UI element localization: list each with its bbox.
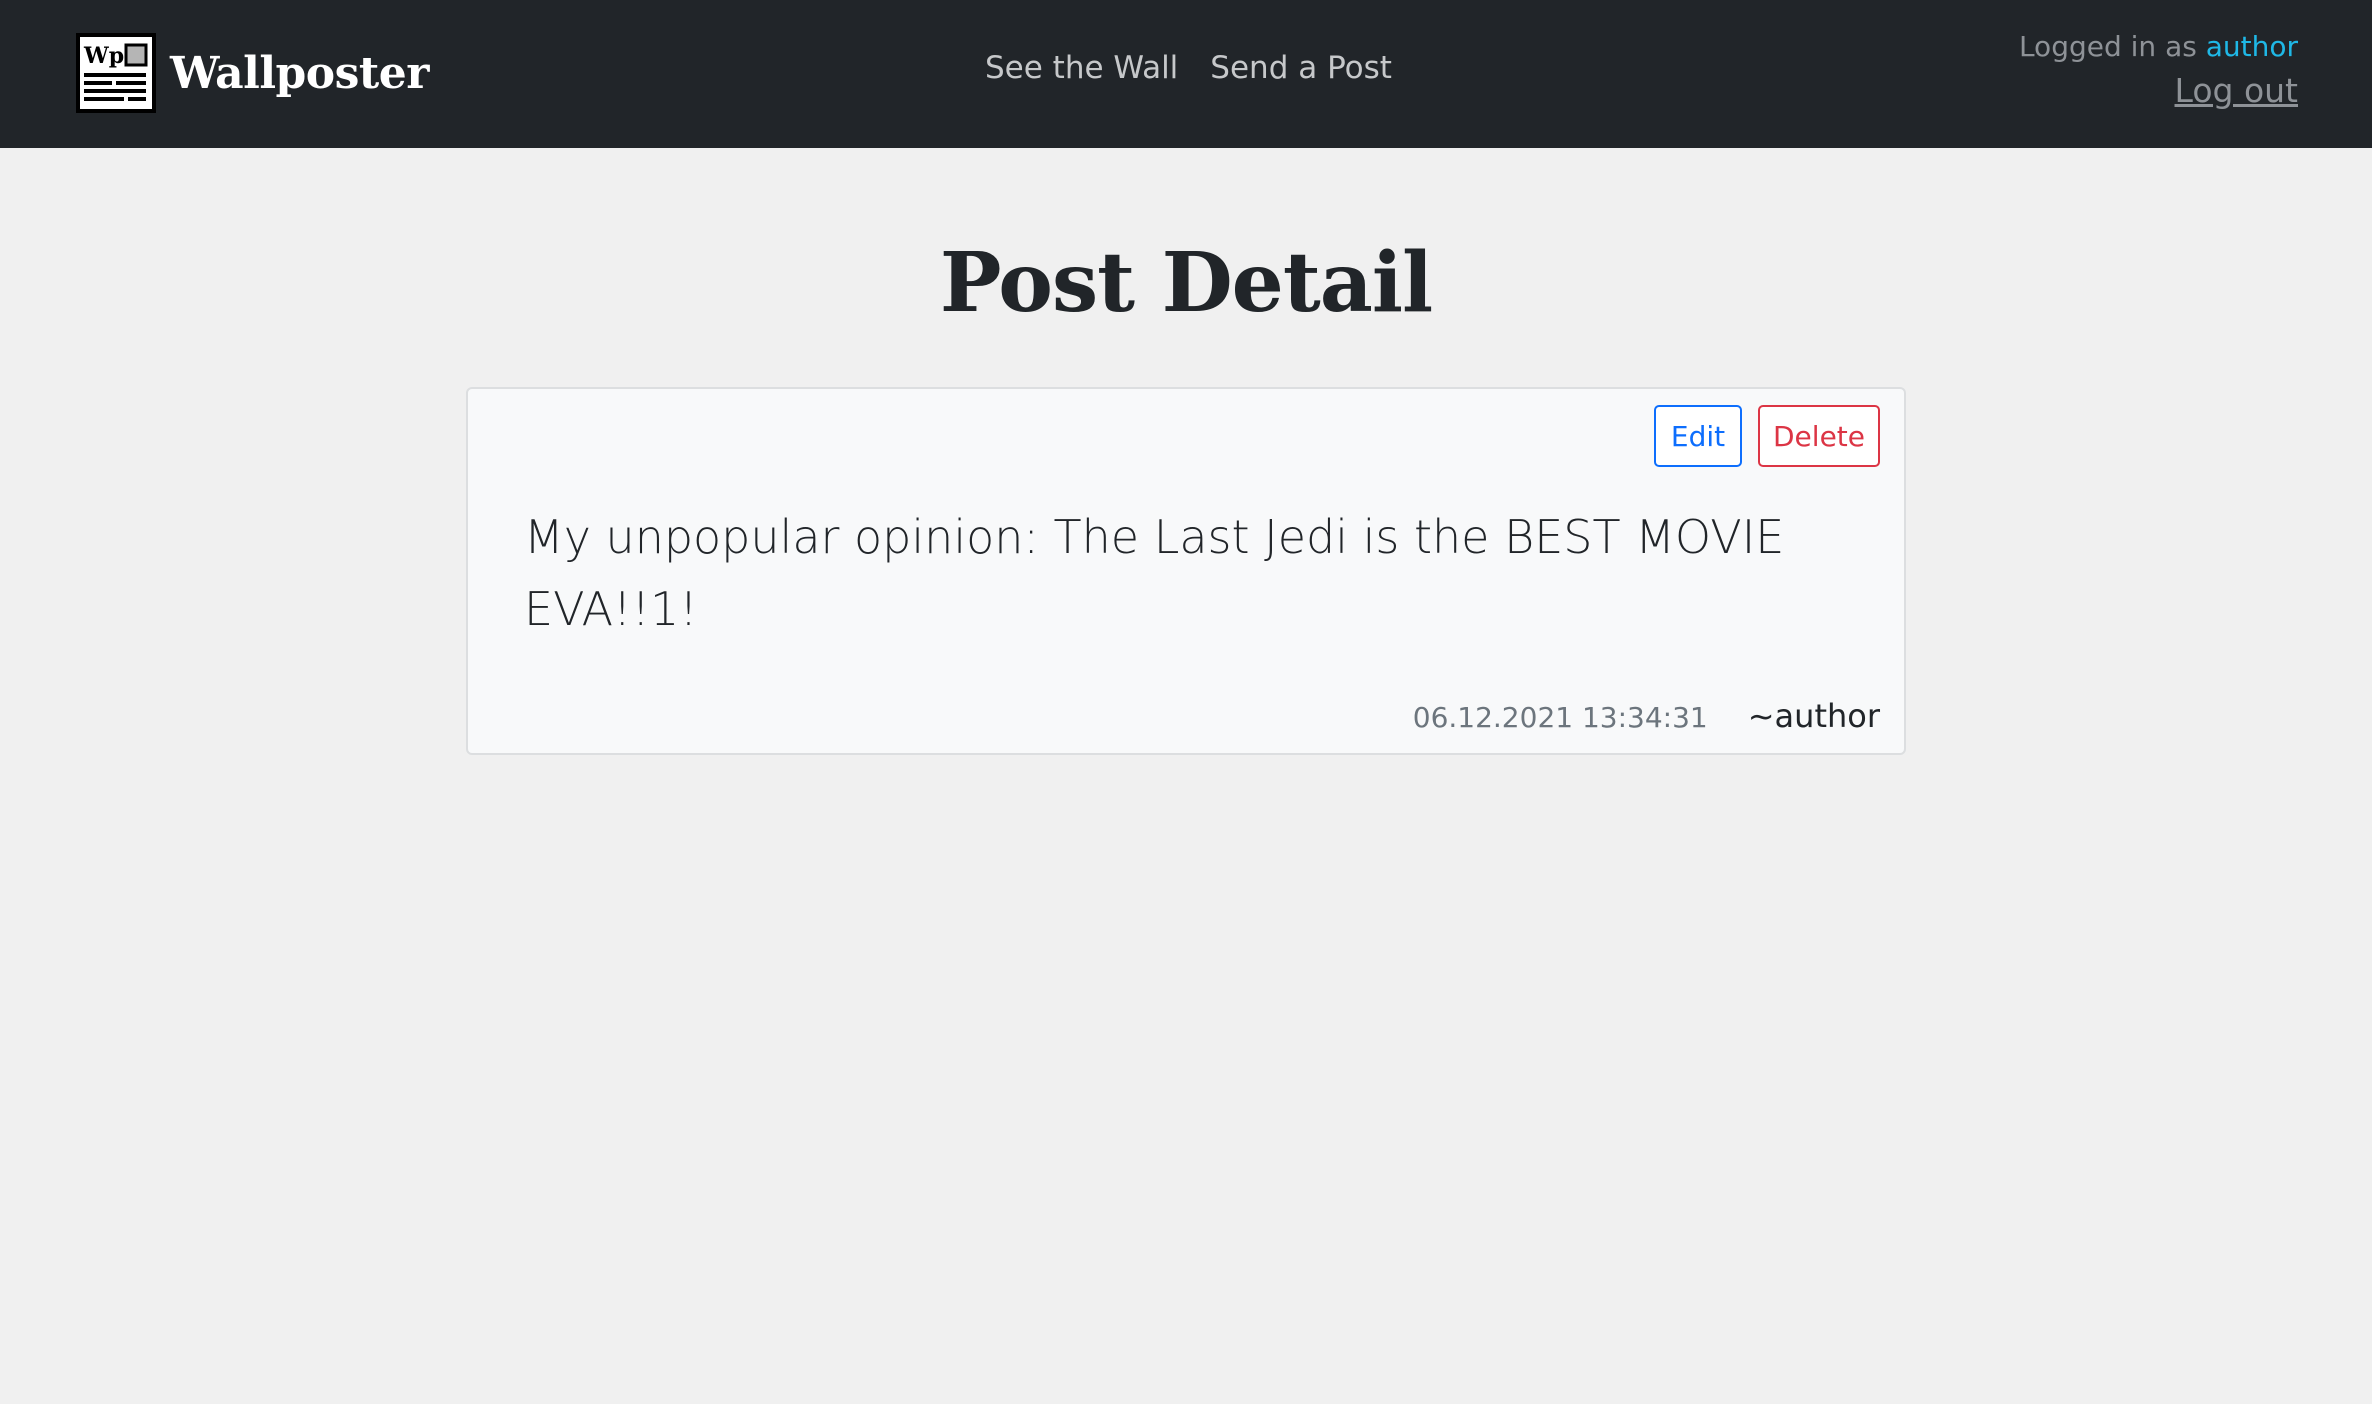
logged-in-prefix: Logged in as	[2018, 30, 2206, 63]
post-meta: 06.12.2021 13:34:31 ~author	[1413, 697, 1880, 735]
delete-button[interactable]: Delete	[1758, 405, 1880, 467]
top-navbar: Wp Wallposter See the Wall Send a Post L…	[0, 0, 2372, 148]
logged-in-status: Logged in as author	[2019, 30, 2298, 63]
post-content: My unpopular opinion: The Last Jedi is t…	[524, 510, 1785, 636]
brand-name: Wallposter	[170, 47, 429, 99]
post-card: Edit Delete My unpopular opinion: The La…	[466, 387, 1906, 755]
current-username-link[interactable]: author	[2206, 30, 2298, 63]
main-nav: See the Wall Send a Post	[985, 50, 1392, 86]
nav-see-the-wall[interactable]: See the Wall	[985, 50, 1178, 86]
nav-send-a-post[interactable]: Send a Post	[1210, 50, 1392, 86]
brand-home-link[interactable]: Wp Wallposter	[76, 29, 429, 117]
logo-text: Wp	[83, 43, 124, 69]
page-title: Post Detail	[939, 235, 1433, 331]
post-timestamp: 06.12.2021 13:34:31	[1412, 701, 1708, 734]
logout-link[interactable]: Log out	[2175, 71, 2298, 110]
edit-button[interactable]: Edit	[1654, 405, 1742, 467]
wallposter-logo-icon: Wp	[76, 33, 156, 113]
post-author: ~author	[1747, 697, 1880, 735]
post-actions: Edit Delete	[1654, 405, 1880, 467]
user-info: Logged in as author Log out	[2019, 30, 2298, 110]
